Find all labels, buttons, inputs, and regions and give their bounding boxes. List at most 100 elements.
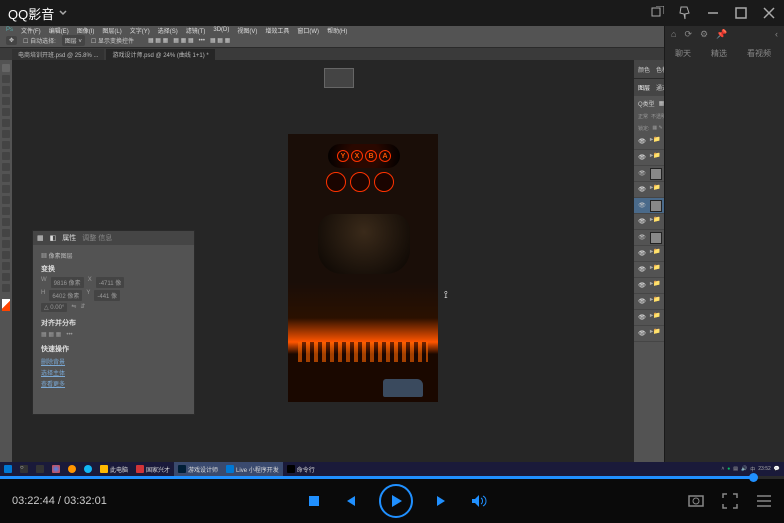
menu-select[interactable]: 选择(S) — [158, 26, 178, 35]
tool-move[interactable] — [2, 64, 10, 72]
tool-type[interactable] — [2, 240, 10, 248]
app-title[interactable]: QQ影音 — [8, 4, 68, 23]
visibility-icon[interactable]: 👁 — [638, 154, 646, 162]
menu-file[interactable]: 文件(F) — [21, 26, 41, 35]
layers-kind-icon[interactable]: Q类型 — [638, 99, 655, 108]
props-view-more[interactable]: 查看更多 — [41, 379, 186, 388]
visibility-icon[interactable]: 👁 — [638, 138, 646, 146]
maximize-icon[interactable] — [734, 6, 748, 20]
tb-cmd[interactable]: 命令行 — [283, 462, 319, 476]
tool-lasso[interactable] — [2, 86, 10, 94]
fullscreen-button[interactable] — [722, 493, 738, 509]
prev-button[interactable] — [343, 494, 357, 508]
tool-hand[interactable] — [2, 273, 10, 281]
ps-tab-1[interactable]: 电商培训开班.psd @ 25.8% ... — [12, 49, 104, 60]
visibility-icon[interactable]: 👁 — [638, 218, 646, 226]
props-select-subject[interactable]: 选择主体 — [41, 368, 186, 377]
tool-eraser[interactable] — [2, 185, 10, 193]
tool-history[interactable] — [2, 174, 10, 182]
gear-icon[interactable]: ⚙ — [700, 29, 708, 40]
visibility-icon[interactable]: 👁 — [638, 186, 646, 194]
opt-transform[interactable]: ☐ 显示变换控件 — [91, 36, 134, 45]
menu-image[interactable]: 图像(I) — [77, 26, 95, 35]
props-h-input[interactable]: 6402 像素 — [49, 290, 82, 301]
tool-marquee[interactable] — [2, 75, 10, 83]
qq-tab-video[interactable]: 看视频 — [747, 48, 771, 59]
tool-brush[interactable] — [2, 152, 10, 160]
tool-zoom[interactable] — [2, 284, 10, 292]
menu-plugins[interactable]: 增效工具 — [265, 26, 289, 35]
menu-type[interactable]: 文字(Y) — [130, 26, 150, 35]
volume-button[interactable] — [471, 494, 487, 508]
tray-wechat-icon[interactable]: ● — [727, 466, 730, 472]
qq-tab-chat[interactable]: 聊天 — [675, 48, 691, 59]
props-flip-v-icon[interactable]: ⇵ — [80, 303, 85, 312]
home-icon[interactable]: ⌂ — [671, 29, 676, 39]
opt-layer-dd[interactable]: 图层 ˅ — [62, 35, 85, 46]
snapshot-button[interactable] — [688, 493, 704, 509]
tb-live[interactable]: Live 小程序开发 — [222, 462, 283, 476]
sidebar-close-icon[interactable]: ‹ — [775, 29, 778, 39]
minimize-icon[interactable] — [706, 6, 720, 20]
tool-heal[interactable] — [2, 141, 10, 149]
visibility-icon[interactable]: 👁 — [638, 250, 646, 258]
tool-gradient[interactable] — [2, 196, 10, 204]
blend-mode-dd[interactable]: 正常 — [638, 113, 648, 120]
tool-eyedropper[interactable] — [2, 130, 10, 138]
pin-icon[interactable] — [678, 6, 692, 20]
taskview-button[interactable] — [32, 462, 48, 476]
visibility-icon[interactable]: 👁 — [638, 234, 646, 242]
opt-auto-select[interactable]: ☐ 自动选择: — [23, 36, 56, 45]
tb-chrome[interactable] — [48, 462, 64, 476]
tool-colors[interactable] — [2, 299, 10, 311]
visibility-icon[interactable]: 👁 — [638, 170, 646, 178]
tray-vol-icon[interactable]: 🔊 — [741, 466, 747, 472]
tool-dodge[interactable] — [2, 218, 10, 226]
menu-help[interactable]: 帮助(H) — [327, 26, 347, 35]
props-tab-adjust[interactable]: 调整 信息 — [82, 233, 112, 243]
tray-notify-icon[interactable]: 💬 — [774, 466, 780, 472]
menu-view[interactable]: 视图(V) — [237, 26, 257, 35]
tray-ime-icon[interactable]: 中 — [750, 466, 755, 473]
stop-button[interactable] — [307, 494, 321, 508]
tool-stamp[interactable] — [2, 163, 10, 171]
menu-edit[interactable]: 编辑(E) — [49, 26, 69, 35]
props-y-input[interactable]: -441 像 — [94, 290, 120, 301]
tray-net-icon[interactable]: ▤ — [733, 466, 738, 472]
menu-3d[interactable]: 3D(D) — [213, 27, 229, 33]
tool-crop[interactable] — [2, 108, 10, 116]
close-icon[interactable] — [762, 6, 776, 20]
pin2-icon[interactable]: 📌 — [716, 29, 727, 40]
properties-panel[interactable]: ▦ ◧ 属性 调整 信息 ▦ 像素图层 变换 W 9816 像素 X -4711… — [32, 230, 195, 415]
props-remove-bg[interactable]: 删除背景 — [41, 357, 186, 366]
search-button[interactable]: ○ — [16, 462, 32, 476]
qq-tab-featured[interactable]: 精选 — [711, 48, 727, 59]
tb-qq[interactable] — [80, 462, 96, 476]
play-button[interactable] — [379, 484, 413, 518]
visibility-icon[interactable]: 👁 — [638, 298, 646, 306]
menu-filter[interactable]: 滤镜(T) — [186, 26, 206, 35]
menu-layer[interactable]: 图层(L) — [102, 26, 121, 35]
next-button[interactable] — [435, 494, 449, 508]
props-angle-input[interactable]: △ 0.00° — [41, 303, 67, 312]
menu-window[interactable]: 窗口(W) — [297, 26, 319, 35]
tool-blur[interactable] — [2, 207, 10, 215]
tool-shape[interactable] — [2, 262, 10, 270]
tray-clock[interactable]: 23:52 — [758, 466, 771, 472]
tab-layers[interactable]: 图层 — [638, 83, 650, 92]
refresh-icon[interactable]: ⟳ — [684, 29, 692, 40]
tb-app1[interactable]: 国家兴才 — [132, 462, 174, 476]
ps-canvas[interactable]: Y X B A — [288, 134, 438, 402]
visibility-icon[interactable]: 👁 — [638, 282, 646, 290]
props-x-input[interactable]: -4711 像 — [96, 277, 125, 288]
opt-move-tool[interactable]: ✥ — [6, 36, 17, 45]
tab-color[interactable]: 颜色 — [638, 65, 650, 74]
progress-bar[interactable] — [0, 476, 784, 479]
visibility-icon[interactable]: 👁 — [638, 266, 646, 274]
tool-path[interactable] — [2, 251, 10, 259]
tb-explorer[interactable]: 此电脑 — [96, 462, 132, 476]
playlist-button[interactable] — [756, 493, 772, 509]
tb-ps[interactable]: 游戏设计师 — [174, 462, 222, 476]
tool-pen[interactable] — [2, 229, 10, 237]
props-flip-h-icon[interactable]: ⇋ — [71, 303, 76, 312]
